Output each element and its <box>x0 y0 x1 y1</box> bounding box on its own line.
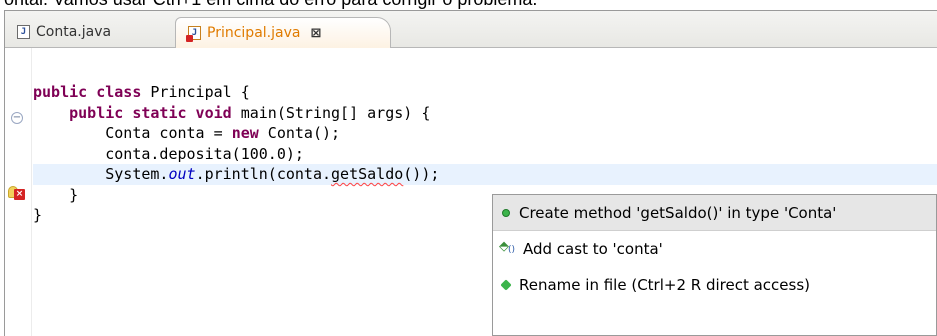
code-line[interactable]: public class Principal { <box>33 82 937 103</box>
quickfix-item-label: Rename in file (Ctrl+2 R direct access) <box>519 276 810 294</box>
rename-icon <box>499 278 513 292</box>
code-token: } <box>33 185 79 204</box>
code-token: conta.deposita(100.0); <box>33 144 304 163</box>
code-keyword: new <box>231 124 259 142</box>
code-keyword: public class <box>33 83 142 101</box>
code-token: System. <box>33 165 169 183</box>
code-line[interactable]: System.out.println(conta.getSaldo()); <box>33 164 937 185</box>
tab-label: Conta.java <box>36 24 112 40</box>
code-token: Principal { <box>141 83 250 101</box>
tab-principal-java[interactable]: J Principal.java ⊠ <box>175 17 391 48</box>
quick-fix-popup: Create method 'getSaldo()' in type 'Cont… <box>492 194 937 336</box>
fold-collapse-icon[interactable]: − <box>11 112 23 124</box>
quickfix-item-rename[interactable]: Rename in file (Ctrl+2 R direct access) <box>493 267 936 303</box>
code-line[interactable]: Conta conta = new Conta(); <box>33 123 937 144</box>
code-token: Conta(); <box>258 124 341 142</box>
quickfix-item-label: Create method 'getSaldo()' in type 'Cont… <box>519 203 837 222</box>
caption-label: ontal. Vamos usar Ctrl+1 em cima do erro… <box>0 0 537 9</box>
quickfix-item-create-method[interactable]: Create method 'getSaldo()' in type 'Cont… <box>493 195 936 231</box>
code-token: Conta conta = <box>33 124 232 142</box>
code-line[interactable]: public static void main(String[] args) { <box>33 103 937 124</box>
quickfix-item-label: Add cast to 'conta' <box>523 240 663 258</box>
quickfix-item-add-cast[interactable]: Add cast to 'conta' <box>493 231 936 267</box>
java-file-icon: J <box>17 25 30 39</box>
tab-label: Principal.java <box>207 25 301 41</box>
code-line[interactable]: conta.deposita(100.0); <box>33 144 937 165</box>
add-cast-icon <box>499 239 521 256</box>
code-token: main(String[] args) { <box>231 103 431 122</box>
caption-text: ontal. Vamos usar Ctrl+1 em cima do erro… <box>0 0 937 10</box>
java-file-error-icon: J <box>186 26 201 42</box>
code-token: } <box>33 206 43 224</box>
code-keyword: public static void <box>69 103 232 122</box>
editor-tab-bar: J Conta.java J Principal.java ⊠ <box>5 11 937 48</box>
code-static-field: out <box>168 165 196 183</box>
code-error-token: getSaldo <box>331 165 404 183</box>
create-method-icon <box>499 206 513 220</box>
code-token: .println(conta. <box>195 165 332 183</box>
annotation-ruler: − × <box>5 48 32 336</box>
tab-conta-java[interactable]: J Conta.java <box>11 17 171 47</box>
code-token: ()); <box>403 165 440 183</box>
close-tab-icon[interactable]: ⊠ <box>310 26 321 41</box>
quickfix-error-marker-icon[interactable]: × <box>8 185 26 201</box>
